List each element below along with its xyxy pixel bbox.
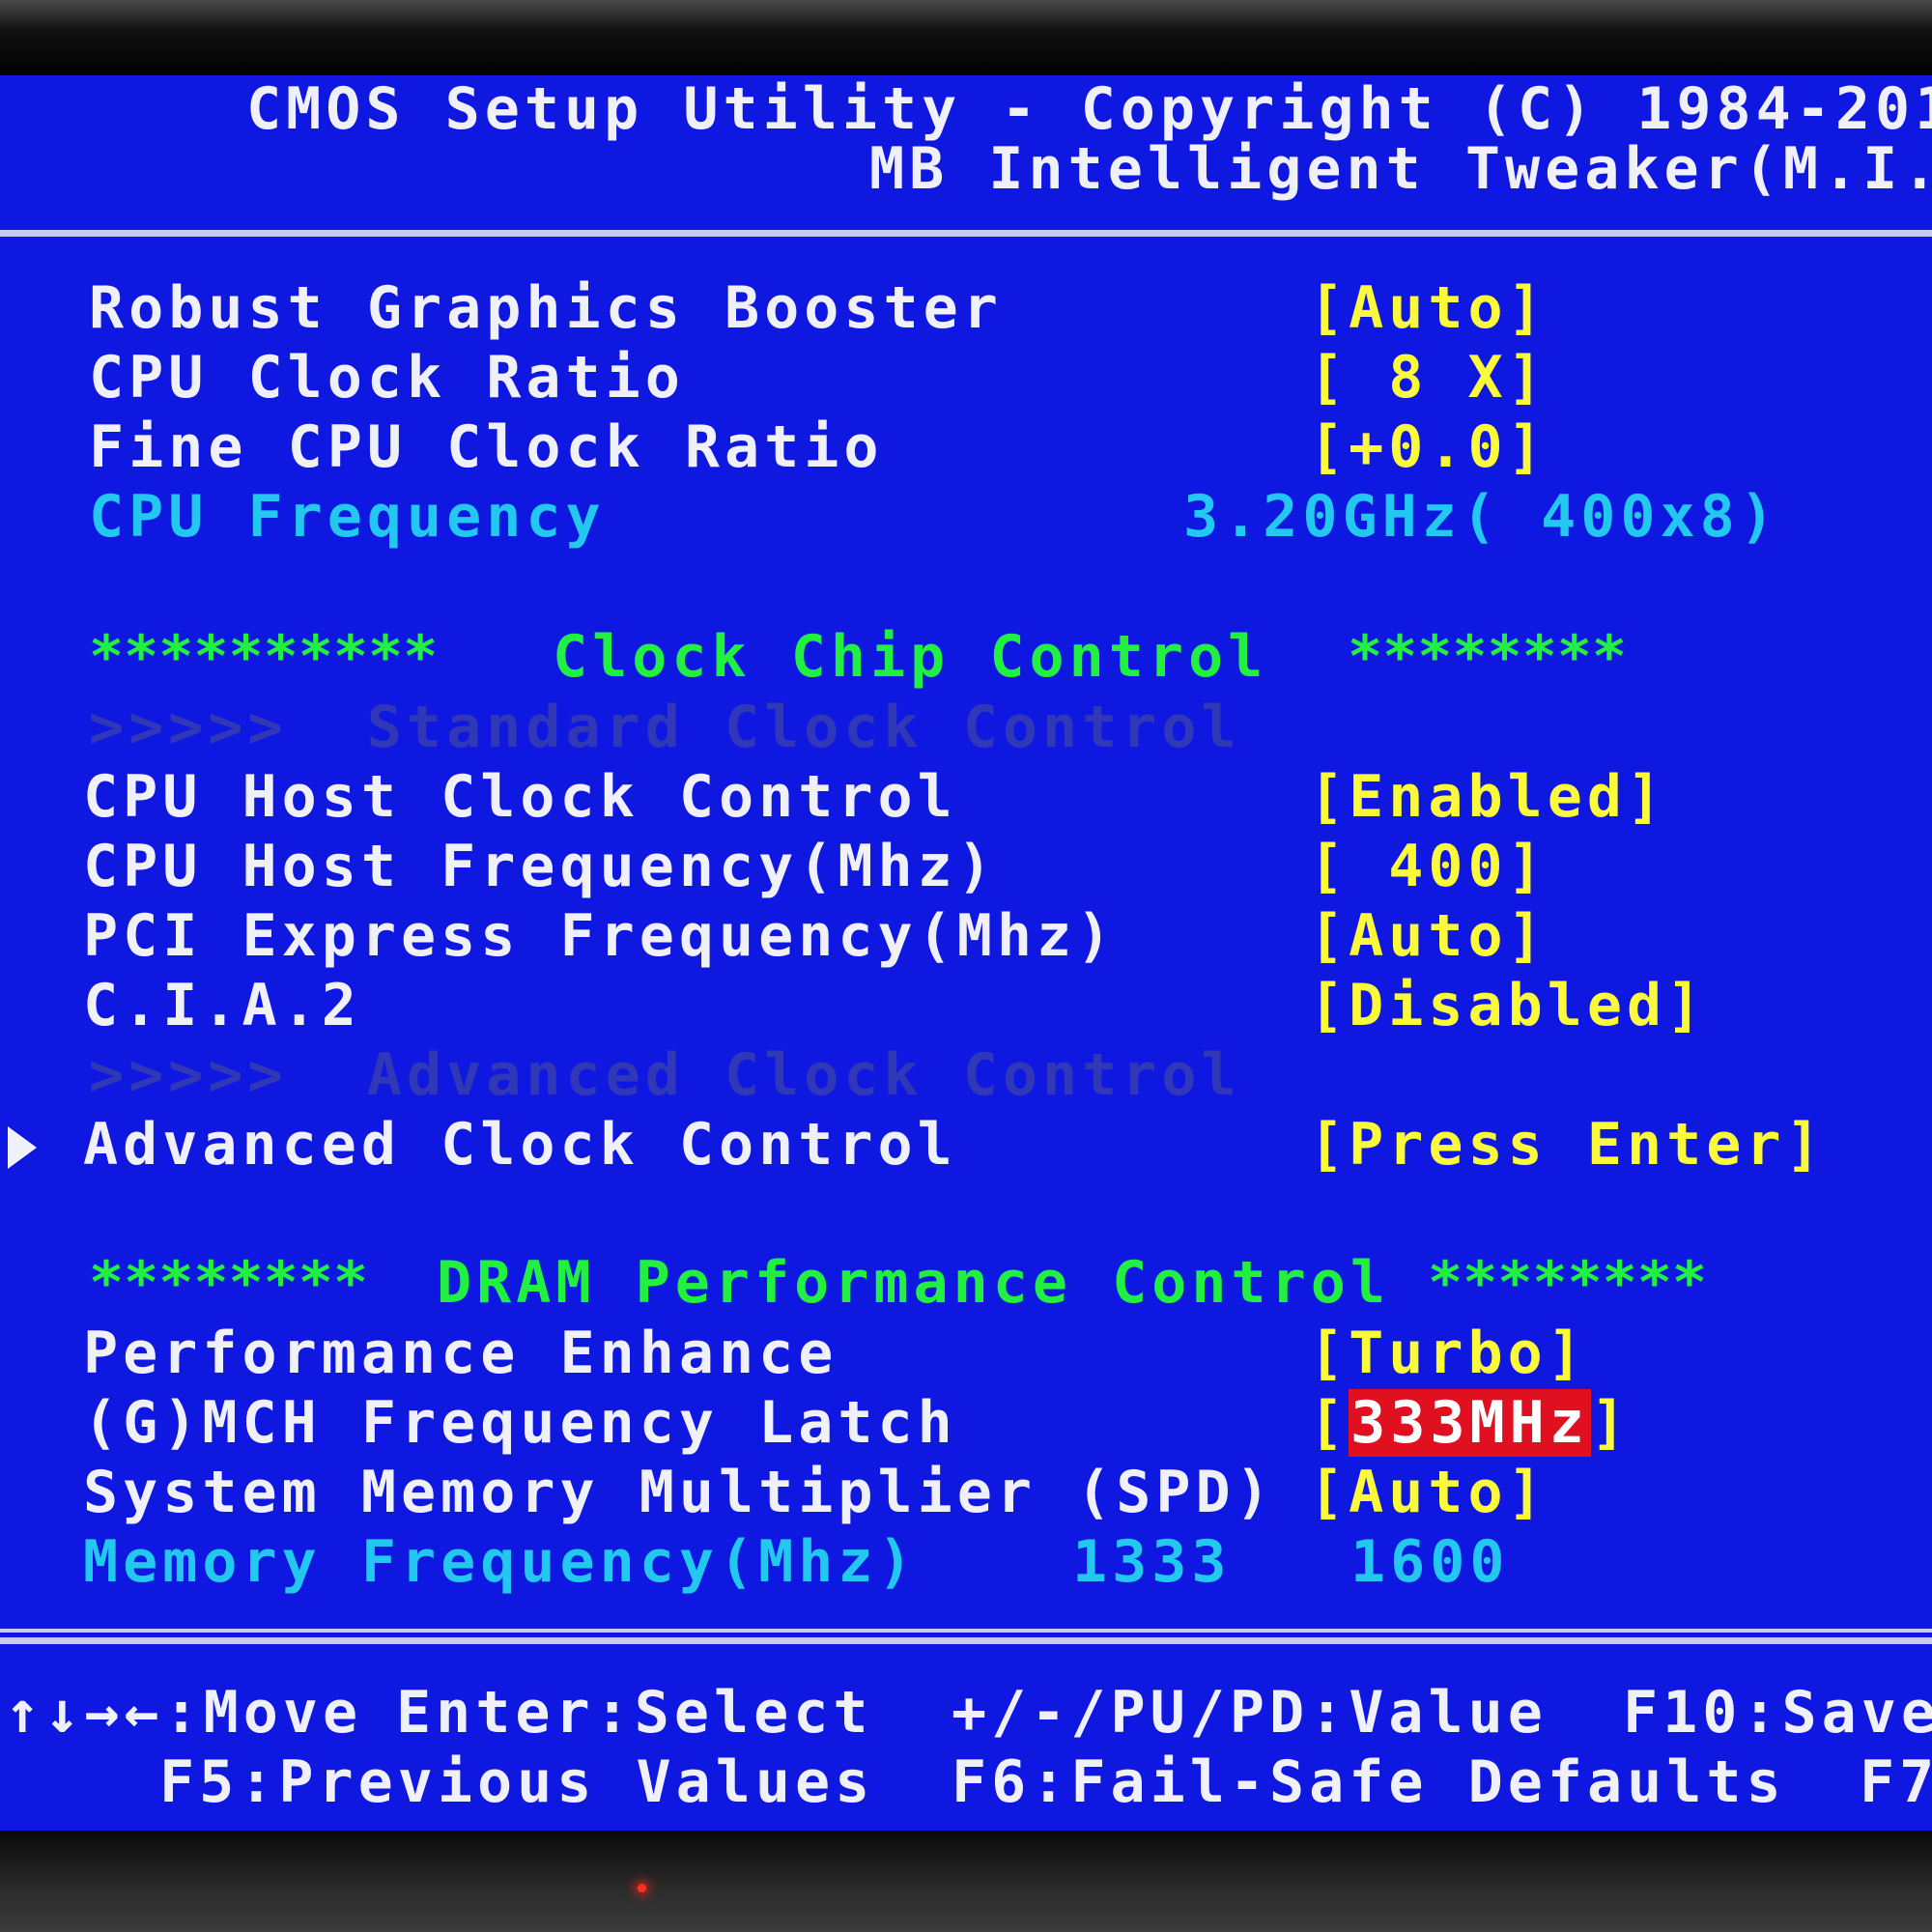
monitor-bezel-bottom: [0, 1831, 1932, 1932]
submenu-value-advanced-clock-control[interactable]: [Press Enter]: [1309, 1111, 1826, 1179]
setting-label-performance-enhance[interactable]: Performance Enhance: [83, 1320, 838, 1387]
setting-value-cpu-host-clock-control[interactable]: [Enabled]: [1309, 763, 1666, 831]
footer-hint-move: ↑↓→←:Move: [5, 1679, 363, 1747]
setting-value-pci-express-frequency[interactable]: [Auto]: [1309, 902, 1548, 970]
footer-hint-fail-safe-defaults: F6:Fail-Safe Defaults: [952, 1748, 1786, 1816]
footer-hint-select: Enter:Select: [396, 1679, 873, 1747]
setting-label-fine-cpu-clock-ratio[interactable]: Fine CPU Clock Ratio: [89, 413, 883, 481]
setting-label-pci-express-frequency[interactable]: PCI Express Frequency(Mhz): [83, 902, 1116, 970]
bios-screen: CMOS Setup Utility - Copyright (C) 1984-…: [0, 75, 1932, 1833]
info-value-cpu-frequency: 3.20GHz( 400x8): [1183, 483, 1779, 551]
setting-value-fine-cpu-clock-ratio[interactable]: [+0.0]: [1309, 413, 1548, 481]
setting-label-cpu-host-frequency[interactable]: CPU Host Frequency(Mhz): [83, 833, 997, 900]
setting-label-cpu-clock-ratio[interactable]: CPU Clock Ratio: [89, 344, 685, 412]
section-title-clock-chip-control: Clock Chip Control: [553, 623, 1268, 691]
info-value-memory-frequency-1: 1333: [1072, 1528, 1232, 1596]
setting-value-cpu-host-frequency[interactable]: [ 400]: [1309, 833, 1548, 900]
section-title-dram-performance-control: DRAM Performance Control: [437, 1249, 1390, 1317]
section-stars-right: ********: [1348, 623, 1627, 691]
footer-hint-save: F10:Save: [1623, 1679, 1932, 1747]
setting-label-gmch-frequency-latch[interactable]: (G)MCH Frequency Latch: [83, 1389, 957, 1457]
dram-stars-right: ********: [1428, 1249, 1707, 1317]
header-divider: [0, 230, 1932, 237]
setting-value-robust-graphics-booster[interactable]: [Auto]: [1309, 274, 1548, 342]
monitor-bezel-top: [0, 0, 1932, 77]
setting-label-system-memory-multiplier[interactable]: System Memory Multiplier (SPD): [83, 1459, 1275, 1526]
setting-value-gmch-frequency-latch[interactable]: [333MHz]: [1309, 1389, 1631, 1457]
dram-stars-left: ********: [89, 1249, 368, 1317]
setting-value-cpu-clock-ratio[interactable]: [ 8 X]: [1309, 344, 1548, 412]
footer-hint-value: +/-/PU/PD:Value: [952, 1679, 1548, 1747]
power-led-icon: [638, 1884, 646, 1892]
info-label-cpu-frequency: CPU Frequency: [89, 483, 606, 551]
info-label-memory-frequency: Memory Frequency(Mhz): [83, 1528, 918, 1596]
bracket-close: ]: [1590, 1389, 1631, 1457]
setting-value-performance-enhance[interactable]: [Turbo]: [1309, 1320, 1587, 1387]
submenu-label-advanced-clock-control[interactable]: Advanced Clock Control: [83, 1111, 957, 1179]
info-value-memory-frequency-2: 1600: [1350, 1528, 1510, 1596]
footer-hint-f7: F7: [1860, 1748, 1932, 1816]
header-subtitle: MB Intelligent Tweaker(M.I.T.): [869, 135, 1932, 203]
bracket-open: [: [1309, 1389, 1350, 1457]
footer-divider-top: [0, 1629, 1932, 1633]
setting-value-system-memory-multiplier[interactable]: [Auto]: [1309, 1459, 1548, 1526]
subheader-standard-clock-control: >>>>> Standard Clock Control: [89, 694, 1241, 761]
submenu-arrow-icon: [8, 1126, 37, 1169]
section-stars-left: **********: [89, 623, 439, 691]
footer-divider-bottom: [0, 1637, 1932, 1644]
setting-value-cia2[interactable]: [Disabled]: [1309, 972, 1706, 1039]
footer-hint-previous-values: F5:Previous Values: [159, 1748, 875, 1816]
selected-value-gmch-latch[interactable]: 333MHz: [1349, 1389, 1591, 1457]
setting-label-robust-graphics-booster[interactable]: Robust Graphics Booster: [89, 274, 1003, 342]
header-title: CMOS Setup Utility - Copyright (C) 1984-…: [246, 75, 1932, 143]
setting-label-cia2[interactable]: C.I.A.2: [83, 972, 361, 1039]
subheader-advanced-clock-control: >>>>> Advanced Clock Control: [89, 1041, 1241, 1109]
setting-label-cpu-host-clock-control[interactable]: CPU Host Clock Control: [83, 763, 957, 831]
